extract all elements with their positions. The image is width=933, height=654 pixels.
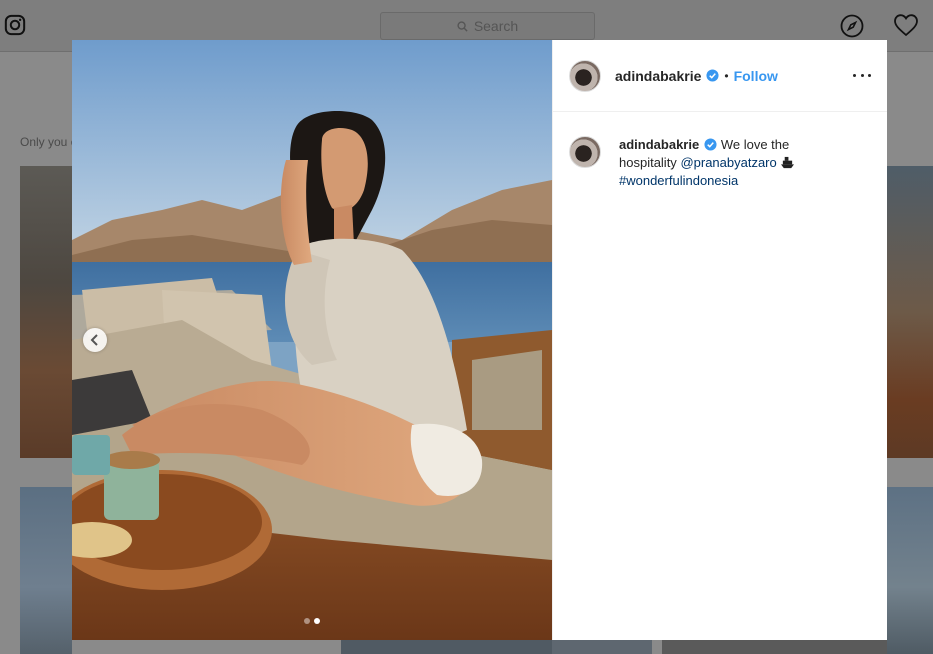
verified-badge-icon [706,69,719,82]
private-profile-note: Only you c [20,135,77,149]
post-photo[interactable] [72,40,552,640]
post-photo-image [72,40,552,640]
caption-text: adindabakrie We love the hospitality @pr… [619,136,819,190]
post-modal: adindabakrie • Follow adindabakrie We lo… [72,40,887,640]
more-options-icon[interactable] [853,66,871,84]
verified-badge-icon [704,138,717,151]
post-sidebar: adindabakrie • Follow adindabakrie We lo… [552,40,887,640]
chevron-left-icon [90,334,98,346]
search-icon [457,20,468,32]
grid-post-thumbnail[interactable] [887,166,933,458]
compass-icon[interactable] [840,14,864,38]
grid-post-thumbnail[interactable] [662,640,887,654]
grid-post-thumbnail[interactable] [20,487,72,654]
caption-comment: adindabakrie We love the hospitality @pr… [553,112,887,190]
grid-post-thumbnail[interactable] [887,487,933,654]
carousel-dot-active [314,618,320,624]
caption-mention-link[interactable]: @pranabyatzaro [680,155,776,170]
separator-dot: • [724,68,729,83]
post-author-username[interactable]: adindabakrie [615,68,701,84]
grid-post-thumbnail[interactable] [20,166,72,458]
search-input[interactable]: Search [380,12,595,40]
heart-icon[interactable] [893,13,919,37]
search-placeholder: Search [473,18,519,34]
carousel-dot [304,618,310,624]
follow-button[interactable]: Follow [734,68,778,84]
caption-username[interactable]: adindabakrie [619,137,699,152]
instagram-logo-icon[interactable] [4,14,26,36]
caption-hashtag-link[interactable]: #wonderfulindonesia [619,173,738,188]
avatar[interactable] [569,136,601,168]
ship-icon [780,156,794,169]
carousel-indicator [304,618,320,624]
post-header: adindabakrie • Follow [553,40,887,112]
avatar[interactable] [569,59,601,92]
grid-post-thumbnail[interactable] [341,640,552,654]
grid-post-thumbnail[interactable] [552,640,652,654]
carousel-prev-button[interactable] [83,328,107,352]
